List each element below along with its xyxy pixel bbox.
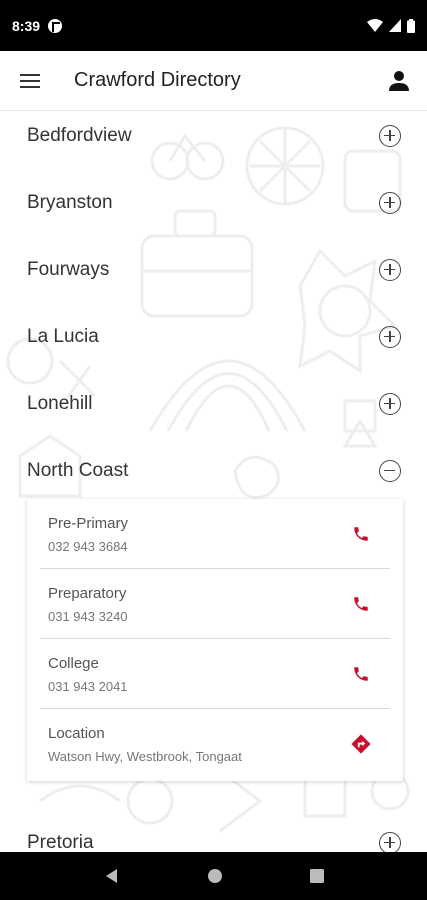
contact-name: Preparatory bbox=[48, 585, 127, 602]
expand-plus-icon[interactable] bbox=[379, 325, 401, 348]
region-row-bedfordview[interactable]: Bedfordview bbox=[0, 111, 427, 169]
notification-app-icon bbox=[48, 18, 63, 33]
region-label: Bryanston bbox=[27, 191, 113, 213]
person-icon bbox=[389, 70, 409, 91]
expand-plus-icon[interactable] bbox=[379, 392, 401, 415]
app-bar: Crawford Directory bbox=[0, 51, 427, 111]
region-row-bryanston[interactable]: Bryanston bbox=[0, 169, 427, 236]
contact-entry-college[interactable]: College 031 943 2041 bbox=[40, 639, 390, 709]
region-row-pretoria[interactable]: Pretoria bbox=[0, 809, 427, 852]
directions-button[interactable] bbox=[350, 733, 372, 755]
status-icons bbox=[367, 18, 415, 33]
contact-entry-pre-primary[interactable]: Pre-Primary 032 943 3684 bbox=[40, 499, 390, 569]
region-row-la-lucia[interactable]: La Lucia bbox=[0, 303, 427, 370]
contact-name: Location bbox=[48, 725, 105, 742]
account-button[interactable] bbox=[371, 51, 427, 111]
directions-icon bbox=[351, 734, 371, 754]
status-bar: 8:39 bbox=[0, 0, 427, 51]
system-navigation-bar bbox=[0, 852, 427, 900]
collapse-minus-icon[interactable] bbox=[379, 459, 401, 482]
contact-entry-location[interactable]: Location Watson Hwy, Westbrook, Tongaat bbox=[40, 709, 390, 779]
call-button[interactable] bbox=[350, 663, 372, 685]
call-button[interactable] bbox=[350, 593, 372, 615]
expand-plus-icon[interactable] bbox=[379, 191, 401, 214]
wifi-icon bbox=[367, 19, 383, 32]
north-coast-contacts-card: Pre-Primary 032 943 3684 Preparatory 031… bbox=[27, 499, 403, 781]
page-title: Crawford Directory bbox=[74, 69, 241, 91]
region-row-fourways[interactable]: Fourways bbox=[0, 236, 427, 303]
status-time: 8:39 bbox=[12, 17, 41, 34]
phone-icon bbox=[354, 527, 368, 541]
recents-icon[interactable] bbox=[309, 869, 324, 883]
cell-signal-icon bbox=[389, 19, 401, 32]
contact-name: College bbox=[48, 655, 99, 672]
directory-list[interactable]: Bedfordview Bryanston Fourways La Lucia … bbox=[0, 111, 427, 852]
menu-button[interactable] bbox=[0, 51, 60, 111]
region-label: Bedfordview bbox=[27, 124, 132, 146]
contact-entry-preparatory[interactable]: Preparatory 031 943 3240 bbox=[40, 569, 390, 639]
contact-phone: 032 943 3684 bbox=[48, 539, 128, 554]
phone-icon bbox=[354, 667, 368, 681]
region-label: Fourways bbox=[27, 258, 110, 280]
home-icon[interactable] bbox=[207, 868, 223, 884]
battery-icon bbox=[407, 18, 415, 33]
phone-icon bbox=[354, 597, 368, 611]
expand-plus-icon[interactable] bbox=[379, 831, 401, 852]
expand-plus-icon[interactable] bbox=[379, 258, 401, 281]
contact-name: Pre-Primary bbox=[48, 515, 129, 532]
region-row-north-coast[interactable]: North Coast bbox=[0, 437, 427, 504]
region-label: La Lucia bbox=[27, 325, 99, 347]
back-icon[interactable] bbox=[104, 868, 120, 884]
region-label: Pretoria bbox=[27, 831, 94, 853]
call-button[interactable] bbox=[350, 523, 372, 545]
region-row-lonehill[interactable]: Lonehill bbox=[0, 370, 427, 437]
contact-address: Watson Hwy, Westbrook, Tongaat bbox=[48, 749, 242, 764]
contact-phone: 031 943 3240 bbox=[48, 609, 128, 624]
region-label: North Coast bbox=[27, 459, 129, 481]
expand-plus-icon[interactable] bbox=[379, 124, 401, 147]
contact-phone: 031 943 2041 bbox=[48, 679, 128, 694]
hamburger-menu-icon bbox=[20, 73, 40, 88]
region-label: Lonehill bbox=[27, 392, 93, 414]
